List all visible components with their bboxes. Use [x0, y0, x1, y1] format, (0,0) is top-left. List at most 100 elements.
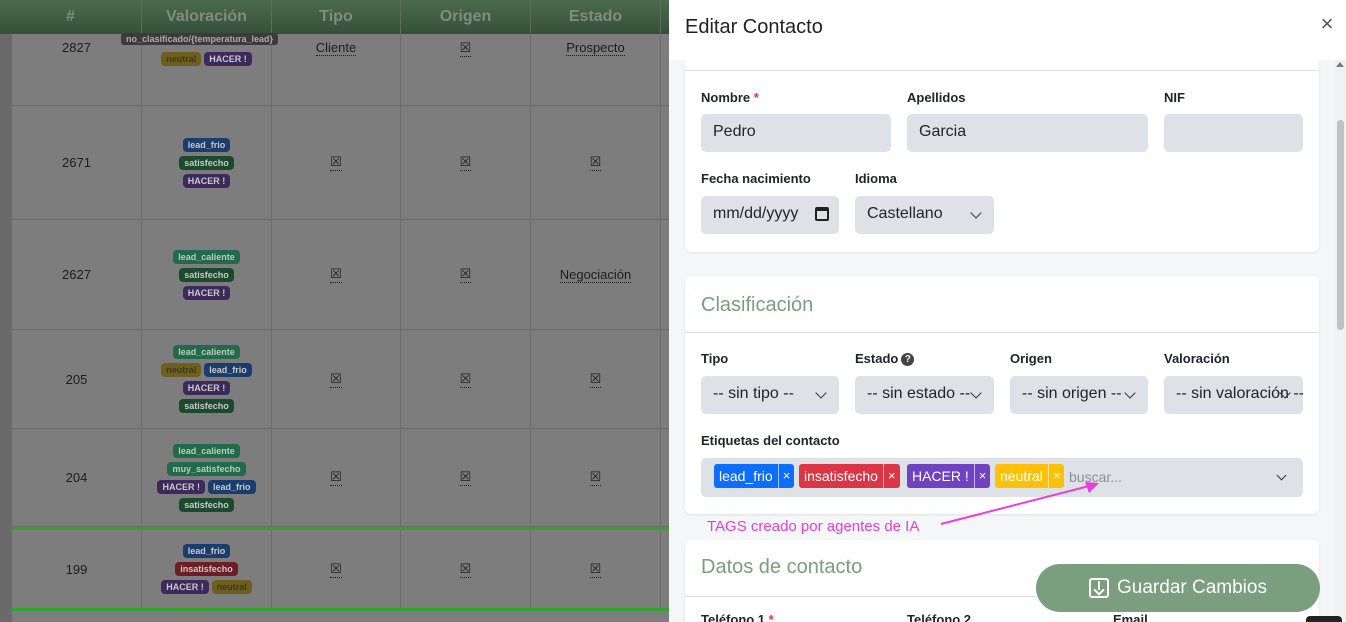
fecha-label: Fecha nacimiento [701, 171, 811, 186]
tag-satisfecho: satisfecho [179, 155, 234, 170]
row-origen: ☒ [401, 34, 531, 105]
header-tipo: Tipo [272, 0, 401, 34]
row-origen: ☒ [401, 106, 531, 219]
row-tipo: ☒ [272, 106, 401, 219]
tag-muy-satisfecho: muy_satisfecho [167, 461, 246, 476]
row-estado: Negociación [531, 220, 661, 329]
table-row[interactable]: 2627 lead_caliente satisfecho HACER ! ☒ … [12, 220, 669, 330]
datos-heading: Datos de contacto [701, 556, 863, 578]
tag-lead-caliente: lead_caliente [173, 345, 240, 359]
nombre-input[interactable]: Pedro [701, 114, 891, 152]
chevron-down-icon[interactable] [1276, 470, 1287, 481]
tag-lead-frio: lead_frio [207, 479, 256, 494]
idioma-label: Idioma [855, 171, 897, 186]
row-tipo: ☒ [272, 530, 401, 608]
tag-satisfecho: satisfecho [179, 497, 234, 512]
valoracion-tooltip: no_clasificado/{temperatura_lead} [121, 33, 279, 45]
row-origen: ☒ [401, 429, 531, 526]
table-row[interactable]: 205 lead_caliente neutral lead_frio HACE… [12, 330, 669, 429]
tipo-select[interactable]: -- sin tipo -- [701, 376, 839, 414]
table-header: # Valoración Tipo Origen Estado [0, 0, 669, 34]
ai-tags-annotation: TAGS creado por agentes de IA [707, 518, 920, 535]
origen-select[interactable]: -- sin origen -- [1010, 376, 1148, 414]
scrollbar-thumb[interactable] [1337, 120, 1344, 330]
row-valoracion: lead_frio satisfecho HACER ! [142, 106, 272, 219]
tag-hacer: HACER ! [157, 479, 205, 494]
row-id: 205 [12, 330, 142, 428]
row-id: 2671 [12, 106, 142, 219]
header-origen: Origen [401, 0, 531, 34]
nif-label: NIF [1164, 90, 1185, 105]
row-tipo: ☒ [272, 429, 401, 526]
row-estado: ☒ [531, 530, 661, 608]
row-origen: ☒ [401, 220, 531, 329]
email-label: Email [1113, 612, 1148, 622]
panel-title: Editar Contacto [685, 16, 823, 38]
row-estado: Prospecto [531, 34, 661, 105]
tag-neutral: neutral [161, 52, 202, 66]
apellidos-label: Apellidos [907, 90, 966, 105]
help-icon[interactable]: ? [901, 353, 915, 366]
tag-hacer: HACER ! [182, 381, 231, 395]
row-tipo: ☒ [272, 220, 401, 329]
panel-scroll-area: Nombre * Pedro Apellidos Garcia NIF Fech… [669, 60, 1335, 622]
row-valoracion: lead_caliente muy_satisfecho HACER ! lea… [142, 429, 272, 526]
panel-scrollbar[interactable] [1334, 60, 1346, 622]
close-icon[interactable]: × [1318, 13, 1336, 35]
tag-hacer: HACER ! [204, 52, 252, 66]
remove-chip-icon[interactable]: × [777, 464, 795, 488]
tipo-label: Tipo [701, 351, 729, 366]
chip-insatisfecho: insatisfecho × [799, 464, 900, 488]
estado-select[interactable]: -- sin estado -- [855, 376, 994, 414]
tag-satisfecho: satisfecho [179, 399, 234, 413]
telefono2-label: Teléfono 2 [907, 612, 972, 622]
row-valoracion: lead_frio insatisfecho HACER ! neutral [142, 530, 272, 608]
row-valoracion: lead_caliente satisfecho HACER ! [142, 220, 272, 329]
calendar-icon[interactable] [815, 207, 829, 221]
remove-chip-icon[interactable]: × [882, 464, 900, 488]
tag-hacer: HACER ! [161, 580, 209, 594]
row-tipo: Cliente [272, 34, 401, 105]
tag-insatisfecho: insatisfecho [175, 562, 238, 576]
save-button[interactable]: Guardar Cambios [1036, 564, 1320, 612]
row-estado: ☒ [531, 106, 661, 219]
row-estado: ☒ [531, 330, 661, 428]
tag-neutral: neutral [211, 580, 252, 594]
scroll-up-icon[interactable] [1336, 62, 1344, 67]
tag-lead-frio: lead_frio [204, 363, 252, 377]
row-origen: ☒ [401, 530, 531, 608]
apellidos-input[interactable]: Garcia [907, 114, 1148, 152]
idioma-select[interactable]: Castellano [855, 196, 994, 234]
origen-label: Origen [1010, 351, 1052, 366]
telefono1-label: Teléfono 1 * [701, 612, 774, 622]
etiquetas-label: Etiquetas del contacto [701, 433, 840, 448]
fecha-input[interactable]: mm/dd/yyyy [701, 196, 839, 234]
table-row[interactable]: 2671 lead_frio satisfecho HACER ! ☒ ☒ ☒ [12, 106, 669, 220]
tag-hacer: HACER ! [182, 285, 231, 300]
header-estado: Estado [531, 0, 661, 34]
contacts-table: # Valoración Tipo Origen Estado 2827 neu… [0, 0, 669, 622]
edit-contact-panel: Editar Contacto × Nombre * Pedro Apellid… [669, 0, 1346, 622]
row-id: 2627 [12, 220, 142, 329]
table-left-edge [0, 0, 12, 622]
table-row[interactable]: 2827 neutral HACER ! Cliente ☒ Prospecto [12, 34, 669, 106]
row-estado: ☒ [531, 429, 661, 526]
corner-widget [1306, 616, 1342, 622]
valoracion-select[interactable]: -- sin valoración -- [1164, 376, 1303, 414]
row-id: 199 [12, 530, 142, 608]
row-origen: ☒ [401, 330, 531, 428]
valoracion-label: Valoración [1164, 351, 1230, 366]
table-row-selected[interactable]: 199 lead_frio insatisfecho HACER ! neutr… [12, 527, 669, 611]
table-row[interactable]: 204 lead_caliente muy_satisfecho HACER !… [12, 429, 669, 527]
tag-lead-caliente: lead_caliente [173, 249, 240, 264]
chip-lead-frio: lead_frio × [714, 464, 795, 488]
header-valoracion: Valoración [142, 0, 272, 34]
tag-hacer: HACER ! [182, 173, 231, 188]
nombre-label: Nombre * [701, 90, 759, 105]
tag-lead-frio: lead_frio [182, 544, 231, 558]
annotation-arrow-icon [940, 482, 1099, 525]
estado-label: Estado? [855, 351, 915, 366]
header-number: # [0, 0, 142, 34]
nif-input[interactable] [1164, 114, 1303, 152]
clasificacion-heading: Clasificación [701, 294, 814, 316]
